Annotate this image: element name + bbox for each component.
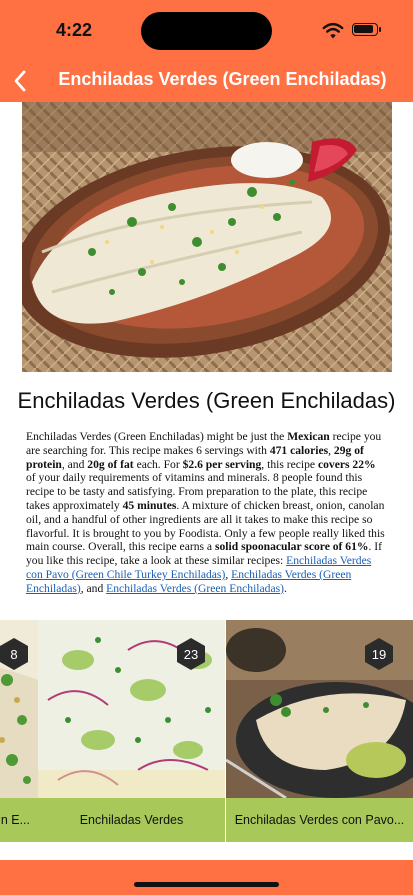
nav-bar: Enchiladas Verdes (Green Enchiladas)	[0, 60, 413, 102]
dynamic-island	[141, 12, 272, 50]
summary-highlight: covers 22%	[317, 457, 376, 471]
summary-highlight: solid spoonacular score of 61%	[214, 540, 369, 554]
badge-count: 8	[10, 646, 18, 662]
summary-highlight: $2.6 per serving	[182, 457, 262, 471]
similar-recipe-card[interactable]: n E... 8	[0, 620, 38, 842]
summary-text: .	[283, 581, 287, 595]
summary-text: , and	[80, 581, 107, 595]
similar-recipe-link[interactable]: Enchiladas Verdes (Green Enchiladas)	[106, 582, 284, 595]
content-bottom-spacer	[0, 842, 413, 860]
badge-count: 19	[371, 646, 387, 662]
status-bar: 4:22	[0, 0, 413, 60]
hexagon-badge: 8	[0, 637, 30, 671]
similar-recipe-caption: Enchiladas Verdes	[38, 798, 225, 842]
status-time: 4:22	[56, 20, 93, 40]
summary-highlight: 45 minutes	[122, 498, 177, 512]
similar-recipes-carousel[interactable]: n E... 8 Enchiladas Verdes 23 Enchiladas…	[0, 620, 413, 842]
wifi-icon	[322, 22, 344, 39]
nav-title: Enchiladas Verdes (Green Enchiladas)	[58, 69, 387, 89]
chevron-left-icon	[14, 70, 26, 92]
similar-recipe-caption: n E...	[0, 798, 38, 842]
hexagon-badge: 19	[363, 637, 395, 671]
recipe-summary: Enchiladas Verdes (Green Enchiladas) mig…	[26, 430, 388, 596]
recipe-hero-image	[22, 102, 392, 372]
similar-recipe-card[interactable]: Enchiladas Verdes con Pavo... 19	[226, 620, 413, 842]
summary-highlight: 20g of fat	[87, 457, 134, 471]
summary-text: , and	[61, 457, 88, 471]
summary-highlight: Mexican	[287, 430, 330, 443]
bottom-bar	[0, 860, 413, 895]
summary-text: Enchiladas Verdes (Green Enchiladas) mig…	[26, 430, 288, 443]
home-indicator	[134, 882, 279, 887]
battery-icon	[352, 23, 381, 36]
summary-text: , this recipe	[261, 457, 318, 471]
similar-recipe-card[interactable]: Enchiladas Verdes 23	[38, 620, 225, 842]
summary-text: each. For	[133, 457, 183, 471]
hexagon-badge: 23	[175, 637, 207, 671]
summary-highlight: 471 calories	[269, 443, 329, 457]
back-button[interactable]	[6, 66, 34, 96]
recipe-title: Enchiladas Verdes (Green Enchiladas)	[17, 388, 396, 413]
similar-recipe-caption: Enchiladas Verdes con Pavo...	[226, 798, 413, 842]
badge-count: 23	[183, 646, 199, 662]
